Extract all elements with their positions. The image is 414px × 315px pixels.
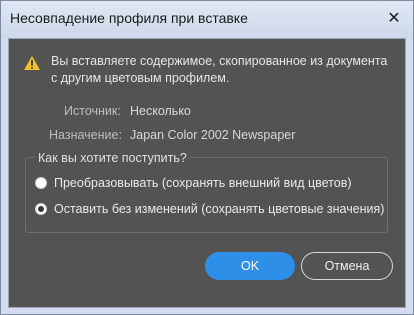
- source-value: Несколько: [130, 104, 191, 118]
- radio-convert-label: Преобразовывать (сохранять внешний вид ц…: [54, 176, 352, 190]
- close-button[interactable]: ✕: [381, 7, 407, 29]
- radio-leave-unchanged[interactable]: Оставить без изменений (сохранять цветов…: [35, 202, 384, 216]
- paste-profile-mismatch-window: Несовпадение профиля при вставке ✕ Вы вс…: [0, 0, 414, 315]
- warning-message: Вы вставляете содержимое, скопированное …: [51, 54, 388, 85]
- destination-label: Назначение:: [49, 128, 122, 142]
- cancel-button[interactable]: Отмена: [301, 252, 393, 280]
- source-label: Источник:: [64, 104, 121, 118]
- title-bar[interactable]: Несовпадение профиля при вставке ✕: [1, 1, 413, 38]
- radio-convert[interactable]: Преобразовывать (сохранять внешний вид ц…: [35, 176, 352, 190]
- radio-leave-unchanged-label: Оставить без изменений (сохранять цветов…: [54, 202, 385, 216]
- window-title: Несовпадение профиля при вставке: [10, 10, 248, 26]
- close-icon: ✕: [387, 10, 401, 27]
- action-groupbox: [25, 157, 388, 233]
- radio-selected-dot: [38, 206, 44, 212]
- radio-button-selected[interactable]: [35, 203, 47, 215]
- ok-button[interactable]: OK: [205, 252, 295, 280]
- warning-icon: [24, 56, 40, 70]
- dialog-body: Вы вставляете содержимое, скопированное …: [8, 38, 406, 308]
- destination-value: Japan Color 2002 Newspaper: [130, 128, 296, 142]
- radio-button[interactable]: [35, 177, 47, 189]
- action-question: Как вы хотите поступить?: [35, 151, 190, 165]
